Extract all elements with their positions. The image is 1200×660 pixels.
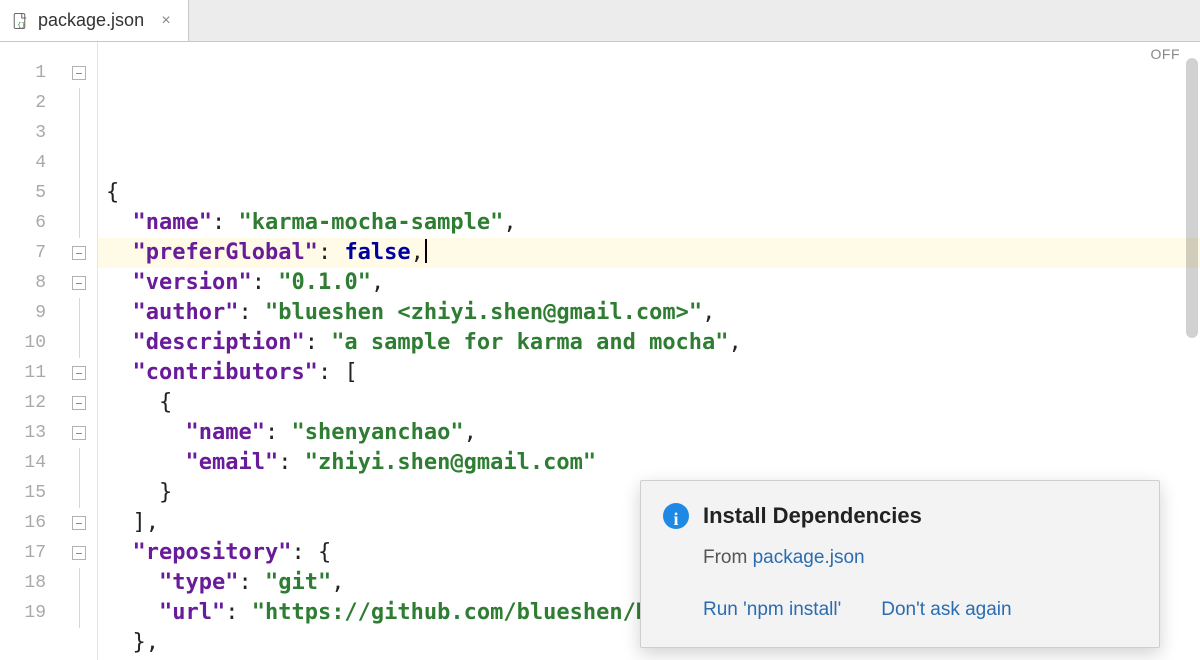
fold-toggle-icon[interactable]	[72, 366, 86, 380]
fold-cell	[60, 268, 98, 298]
line-number: 9	[0, 298, 60, 328]
fold-cell	[60, 88, 98, 118]
line-number: 3	[0, 118, 60, 148]
fold-cell	[60, 598, 98, 628]
vertical-scrollbar[interactable]	[1186, 58, 1198, 338]
from-label: From	[703, 547, 753, 568]
line-number: 4	[0, 148, 60, 178]
code-line[interactable]: "contributors": [	[98, 358, 1200, 388]
fold-cell	[60, 508, 98, 538]
line-number: 5	[0, 178, 60, 208]
fold-cell	[60, 568, 98, 598]
line-number: 17	[0, 538, 60, 568]
tab-bar: {} package.json ×	[0, 0, 1200, 42]
dont-ask-again-link[interactable]: Don't ask again	[881, 595, 1011, 625]
line-number: 19	[0, 598, 60, 628]
fold-toggle-icon[interactable]	[72, 66, 86, 80]
fold-cell	[60, 538, 98, 568]
fold-cell	[60, 208, 98, 238]
code-line[interactable]: "email": "zhiyi.shen@gmail.com"	[98, 448, 1200, 478]
code-line[interactable]: {	[98, 388, 1200, 418]
fold-cell	[60, 358, 98, 388]
line-number: 7	[0, 238, 60, 268]
fold-cell	[60, 388, 98, 418]
fold-toggle-icon[interactable]	[72, 276, 86, 290]
fold-toggle-icon[interactable]	[72, 546, 86, 560]
line-number: 2	[0, 88, 60, 118]
text-cursor	[425, 239, 427, 263]
close-icon[interactable]: ×	[158, 12, 174, 30]
fold-cell	[60, 298, 98, 328]
info-icon	[663, 503, 689, 529]
fold-cell	[60, 238, 98, 268]
line-number-gutter: 12345678910111213141516171819	[0, 42, 60, 660]
fold-toggle-icon[interactable]	[72, 426, 86, 440]
line-number: 16	[0, 508, 60, 538]
notification-subtitle: From package.json	[703, 543, 1137, 573]
code-line[interactable]: "version": "0.1.0",	[98, 268, 1200, 298]
run-npm-install-link[interactable]: Run 'npm install'	[703, 595, 841, 625]
fold-cell	[60, 148, 98, 178]
editor: 12345678910111213141516171819 OFF { "nam…	[0, 42, 1200, 660]
line-number: 14	[0, 448, 60, 478]
fold-cell	[60, 478, 98, 508]
tab-label: package.json	[38, 10, 144, 31]
tab-package-json[interactable]: {} package.json ×	[0, 0, 189, 41]
line-number: 11	[0, 358, 60, 388]
fold-cell	[60, 418, 98, 448]
fold-toggle-icon[interactable]	[72, 396, 86, 410]
fold-cell	[60, 58, 98, 88]
fold-cell	[60, 118, 98, 148]
code-line[interactable]: "name": "karma-mocha-sample",	[98, 208, 1200, 238]
line-number: 18	[0, 568, 60, 598]
line-number: 12	[0, 388, 60, 418]
notification-file-link[interactable]: package.json	[753, 547, 865, 568]
install-dependencies-notification: Install Dependencies From package.json R…	[640, 480, 1160, 648]
fold-strip	[60, 42, 98, 660]
code-line[interactable]: "name": "shenyanchao",	[98, 418, 1200, 448]
fold-toggle-icon[interactable]	[72, 516, 86, 530]
fold-toggle-icon[interactable]	[72, 246, 86, 260]
line-number: 13	[0, 418, 60, 448]
fold-cell	[60, 328, 98, 358]
fold-cell	[60, 448, 98, 478]
line-number: 6	[0, 208, 60, 238]
line-number: 8	[0, 268, 60, 298]
line-number: 10	[0, 328, 60, 358]
code-line[interactable]: "description": "a sample for karma and m…	[98, 328, 1200, 358]
line-number: 15	[0, 478, 60, 508]
code-line[interactable]: "preferGlobal": false,	[98, 238, 1200, 268]
inspections-off-badge[interactable]: OFF	[1151, 46, 1181, 62]
code-line[interactable]: "author": "blueshen <zhiyi.shen@gmail.co…	[98, 298, 1200, 328]
fold-cell	[60, 178, 98, 208]
code-line[interactable]: {	[98, 178, 1200, 208]
json-file-icon: {}	[12, 12, 30, 30]
line-number: 1	[0, 58, 60, 88]
notification-title: Install Dependencies	[703, 501, 922, 531]
svg-text:{}: {}	[17, 21, 25, 29]
